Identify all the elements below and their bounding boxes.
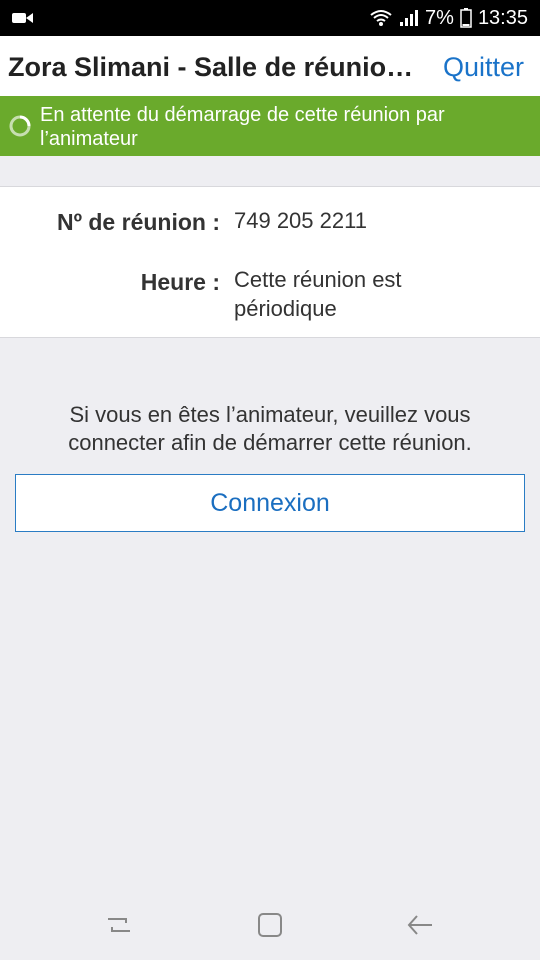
host-hint-text: Si vous en êtes l’animateur, veuillez vo… [68,402,472,455]
waiting-message: En attente du démarrage de cette réunion… [40,104,445,150]
video-camera-icon [12,10,34,26]
battery-icon [460,8,472,28]
connect-button[interactable]: Connexion [15,474,525,532]
home-icon[interactable] [255,910,285,940]
back-icon[interactable] [405,910,435,940]
recents-icon[interactable] [104,910,134,940]
wifi-icon [369,8,393,28]
meeting-time-label: Heure : [140,269,220,295]
navigation-bar [0,888,540,960]
meeting-info-panel: Nº de réunion : 749 205 2211 Heure : Cet… [0,186,540,338]
clock: 13:35 [477,6,528,29]
battery-percent: 7% [425,6,454,29]
page-title: Zora Slimani - Salle de réunion personne… [8,52,428,82]
signal-icon [399,8,419,28]
waiting-banner: En attente du démarrage de cette réunion… [0,96,540,156]
title-bar: Zora Slimani - Salle de réunion personne… [0,36,540,96]
meeting-id-label: Nº de réunion : [56,209,220,235]
meeting-time-value: Cette réunion est périodique [234,267,402,321]
status-bar: 7% 13:35 [0,0,540,36]
loading-spinner-icon [8,114,32,138]
meeting-id-value: 749 205 2211 [234,208,367,233]
quit-button[interactable]: Quitter [443,52,524,83]
